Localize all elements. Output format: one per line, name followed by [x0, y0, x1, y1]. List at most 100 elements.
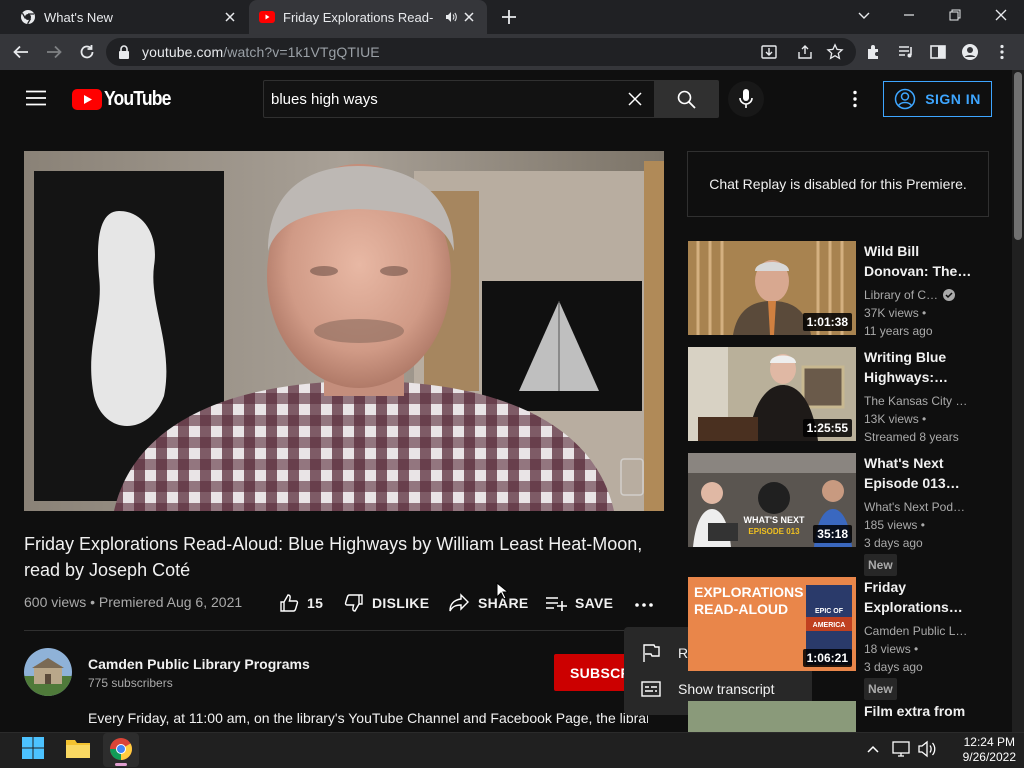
video-player[interactable] [24, 151, 664, 511]
video-thumbnail[interactable]: 1:25:55 [688, 347, 856, 441]
verified-check-icon [943, 289, 956, 301]
recommendation-age: 3 days ago [864, 536, 923, 550]
url-text: youtube.com/watch?v=1k1VTgQTIUE [142, 44, 380, 60]
more-actions-icon[interactable] [634, 598, 654, 612]
voice-search-button[interactable] [728, 81, 764, 117]
recommendation-item[interactable]: Film extra from [688, 701, 988, 732]
clock-date: 9/26/2022 [962, 750, 1016, 764]
mouse-cursor-icon [496, 582, 508, 600]
recommendation-views: 185 views • [864, 518, 925, 532]
taskbar-clock[interactable]: 12:24 PM 9/26/2022 [963, 735, 1016, 765]
tab-youtube-video[interactable]: Friday Explorations Read-Alo [249, 0, 487, 34]
taskbar-chrome-button[interactable] [103, 733, 139, 767]
share-button[interactable]: SHARE [448, 593, 529, 613]
save-button[interactable]: SAVE [545, 593, 613, 613]
restore-icon[interactable] [946, 6, 964, 24]
dislike-button[interactable]: DISLIKE [344, 593, 429, 613]
thumbnail-overlay-text: READ-ALOUD [694, 601, 788, 617]
media-control-icon[interactable] [897, 43, 915, 61]
search-button[interactable] [655, 80, 719, 118]
title-line: Explorations… [864, 599, 963, 615]
chat-replay-text: Chat Replay is disabled for this Premier… [709, 176, 967, 192]
channel-name[interactable]: Camden Public Library Programs [88, 656, 310, 672]
minimize-icon[interactable] [900, 6, 918, 24]
address-bar[interactable]: youtube.com/watch?v=1k1VTgQTIUE [106, 38, 856, 66]
flag-icon [643, 644, 660, 662]
thumbnail-image [688, 701, 856, 732]
share-page-icon[interactable] [796, 43, 814, 61]
tab-search-chevron-icon[interactable] [855, 6, 873, 24]
title-line: What's Next [864, 455, 944, 471]
close-tab-icon[interactable] [222, 9, 238, 25]
channel-subscribers: 775 subscribers [88, 676, 173, 690]
recommendation-title[interactable]: Wild Bill Donovan: The… [864, 241, 982, 281]
back-arrow-icon[interactable] [12, 43, 30, 61]
hamburger-menu-icon[interactable] [26, 90, 46, 106]
clear-search-icon[interactable] [628, 92, 642, 106]
title-line: Friday [864, 579, 907, 595]
recommendation-title[interactable]: What's Next Episode 013… [864, 453, 982, 493]
settings-dots-icon[interactable] [846, 90, 864, 108]
active-app-indicator [115, 763, 127, 766]
video-meta: 600 views • Premiered Aug 6, 2021 [24, 594, 243, 610]
browser-menu-icon[interactable] [993, 43, 1011, 61]
recommendation-title[interactable]: Friday Explorations… [864, 577, 982, 617]
browser-toolbar: youtube.com/watch?v=1k1VTgQTIUE [0, 34, 1024, 70]
show-hidden-icons-chevron-icon[interactable] [866, 743, 880, 755]
recommendation-meta: The Kansas City … 13K views • Streamed 8… [864, 392, 986, 446]
recommendation-meta: Library of C… 37K views • 11 years ago [864, 286, 986, 340]
thumbnail-overlay-text: EPIC OF [815, 608, 844, 615]
video-thumbnail[interactable]: EXPLORATIONS READ-ALOUD EPIC OF AMERICA 1:0… [688, 577, 856, 671]
install-app-icon[interactable] [760, 43, 778, 61]
search-icon [677, 90, 696, 109]
tab-whats-new[interactable]: What's New [8, 0, 248, 34]
video-thumbnail[interactable] [688, 701, 856, 732]
like-button[interactable]: 15 [279, 593, 323, 613]
volume-icon[interactable] [917, 739, 937, 759]
close-tab-icon[interactable] [461, 9, 477, 25]
video-thumbnail[interactable]: WHAT'S NEXT EPISODE 013 35:18 [688, 453, 856, 547]
thumbs-down-icon [344, 594, 363, 612]
forward-arrow-icon[interactable] [45, 43, 63, 61]
search-input[interactable]: blues high ways [263, 80, 655, 118]
video-title: Friday Explorations Read-Aloud: Blue Hig… [24, 534, 643, 580]
network-icon[interactable] [892, 739, 910, 759]
file-explorer-icon[interactable] [65, 736, 91, 760]
like-count: 15 [307, 595, 324, 611]
chrome-icon [21, 10, 35, 25]
profile-icon[interactable] [961, 43, 979, 61]
recommendation-item[interactable]: 1:25:55 Writing Blue Highways:… The Kansa… [688, 347, 988, 446]
title-line: Episode 013… [864, 475, 960, 491]
microphone-icon [739, 89, 753, 108]
share-arrow-icon [449, 593, 469, 612]
extensions-puzzle-icon[interactable] [865, 43, 883, 61]
save-label: SAVE [575, 595, 614, 611]
audio-playing-icon[interactable] [445, 11, 457, 23]
recommendation-title[interactable]: Film extra from [864, 701, 982, 721]
recommendation-age: 3 days ago [864, 660, 923, 674]
chat-replay-notice: Chat Replay is disabled for this Premier… [687, 151, 989, 217]
recommendation-channel: Library of C… [864, 288, 939, 302]
lock-icon[interactable] [118, 45, 130, 59]
windows-start-icon[interactable] [21, 736, 45, 760]
side-panel-icon[interactable] [929, 43, 947, 61]
recommendation-item[interactable]: EXPLORATIONS READ-ALOUD EPIC OF AMERICA 1:0… [688, 577, 988, 700]
youtube-logo[interactable]: YouTube [72, 88, 180, 111]
recommendation-item[interactable]: WHAT'S NEXT EPISODE 013 35:18 What's Next… [688, 453, 988, 576]
sign-in-label: SIGN IN [925, 91, 981, 107]
close-window-icon[interactable] [992, 6, 1010, 24]
recommendation-title[interactable]: Writing Blue Highways:… [864, 347, 982, 387]
page-scrollbar-thumb[interactable] [1014, 72, 1022, 240]
divider [24, 630, 654, 631]
new-tab-plus-icon[interactable] [500, 8, 518, 26]
url-path: /watch?v=1k1VTgQTIUE [223, 44, 380, 60]
video-duration: 1:25:55 [802, 419, 852, 437]
channel-avatar[interactable] [24, 648, 72, 696]
recommendation-item[interactable]: 1:01:38 Wild Bill Donovan: The… Library o… [688, 241, 988, 340]
video-thumbnail[interactable]: 1:01:38 [688, 241, 856, 335]
bookmark-star-icon[interactable] [826, 43, 844, 61]
recommendation-channel: The Kansas City … [864, 394, 968, 408]
sign-in-button[interactable]: SIGN IN [883, 81, 992, 117]
youtube-logo-text: YouTube [104, 88, 171, 110]
reload-icon[interactable] [78, 43, 96, 61]
